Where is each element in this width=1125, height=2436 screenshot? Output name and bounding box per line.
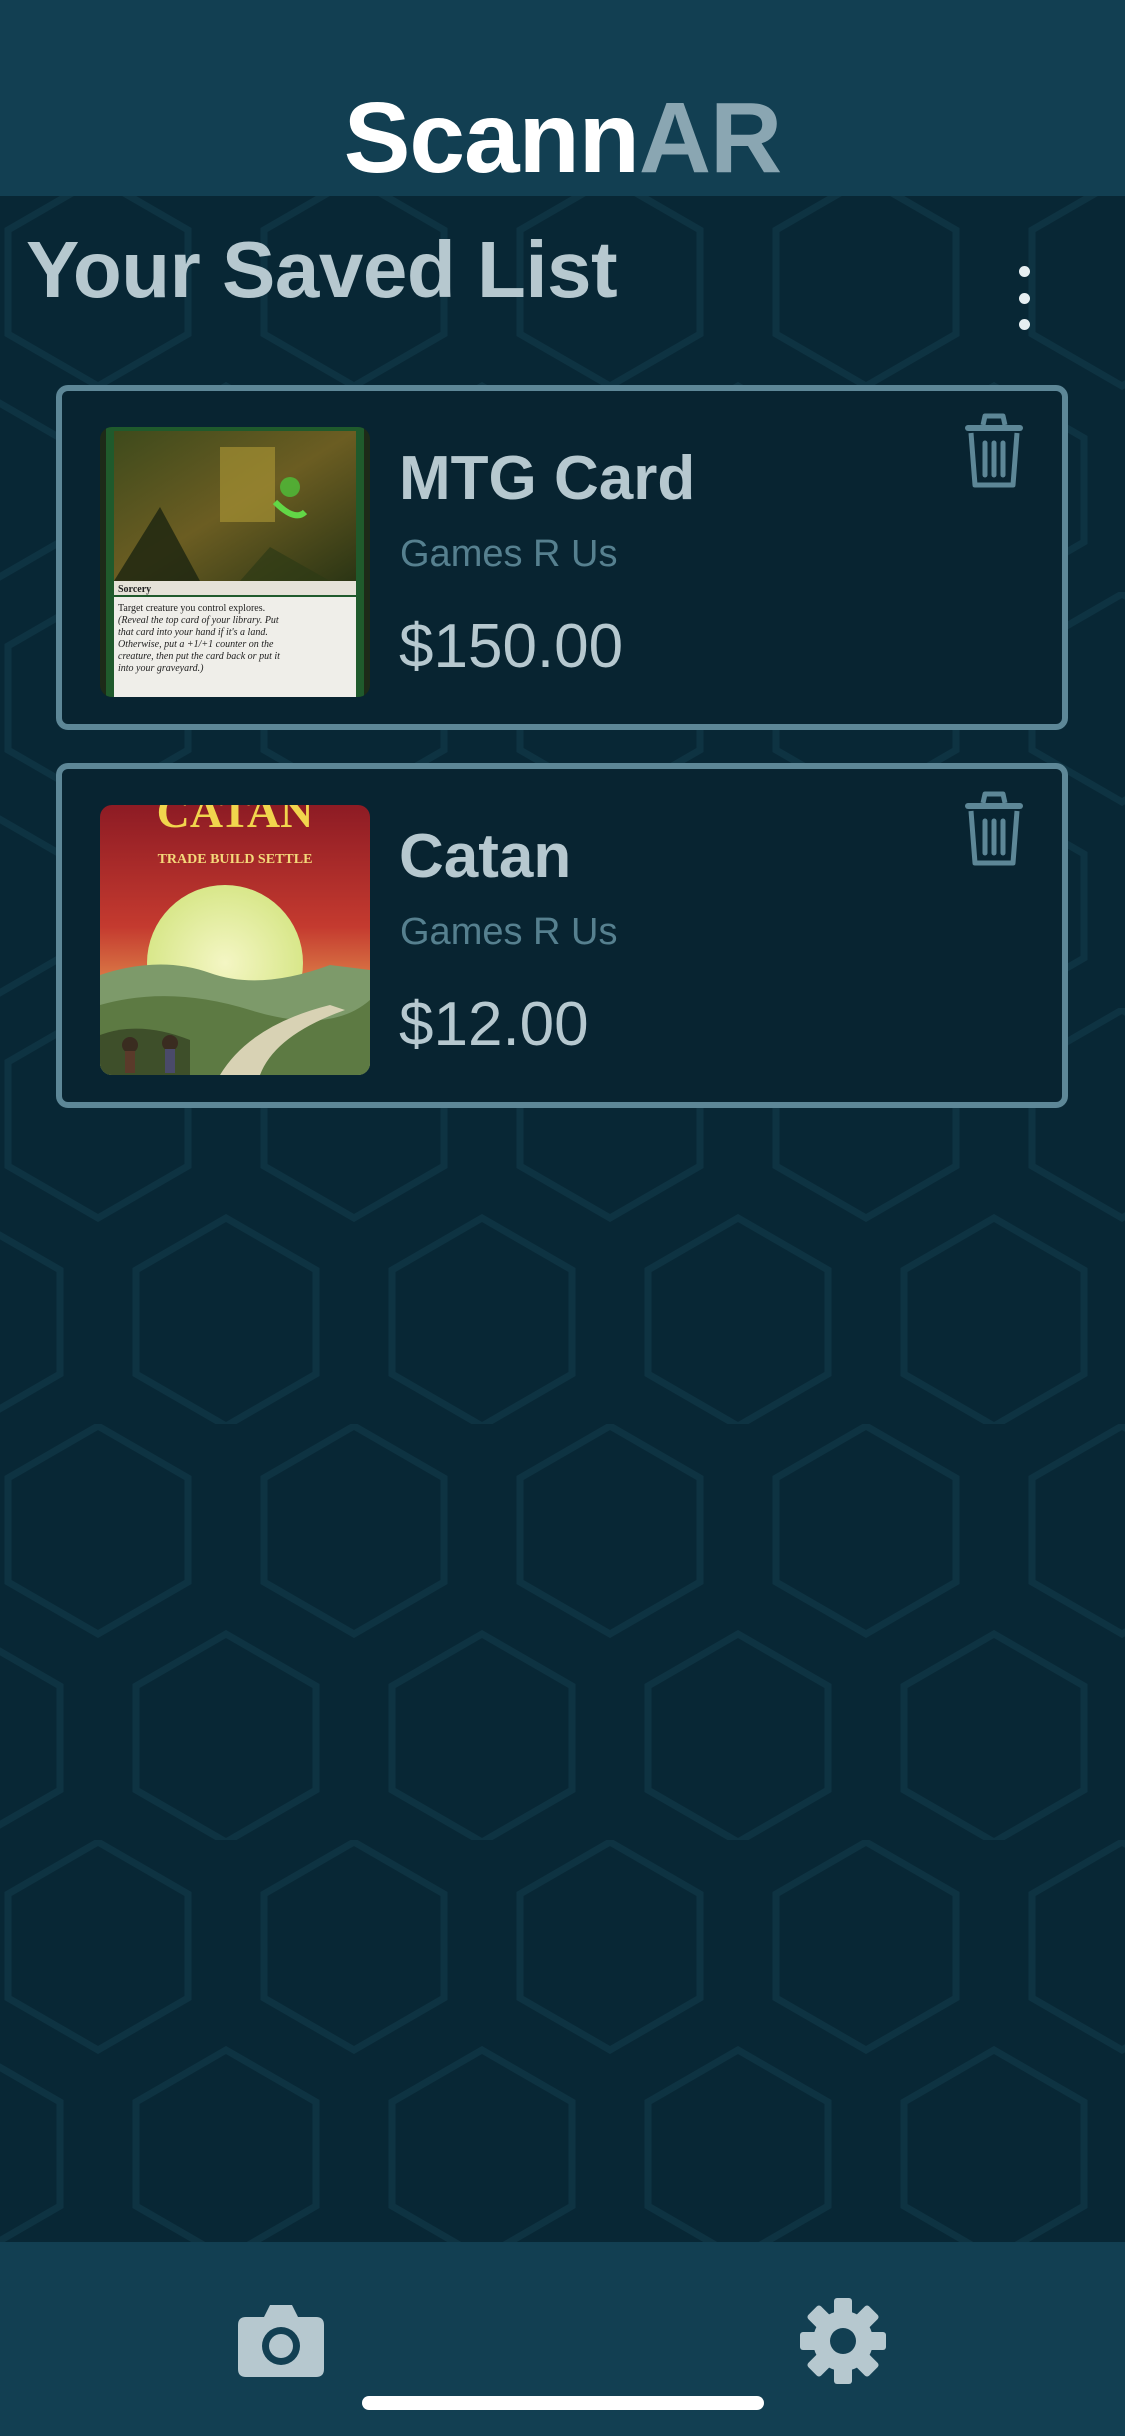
delete-item-button[interactable] [961, 413, 1027, 489]
item-name: MTG Card [399, 444, 696, 513]
logo-text-scann: Scann [343, 82, 640, 194]
catan-thumbnail: CATAN TRADE BUILD SETTLE [100, 805, 370, 1075]
logo-text-ar: AR [638, 82, 782, 194]
catan-brand-text: CATAN [157, 805, 314, 837]
camera-tab-button[interactable] [238, 2303, 324, 2377]
more-vertical-icon-dot [1018, 319, 1030, 330]
item-store: Games R Us [400, 533, 618, 575]
home-indicator[interactable] [362, 2396, 764, 2410]
mtg-rules-text: (Reveal the top card of your library. Pu… [118, 615, 279, 626]
mtg-rules-text: Otherwise, put a +1/+1 counter on the [118, 639, 274, 650]
settings-tab-button[interactable] [800, 2298, 886, 2384]
trash-icon [965, 791, 1023, 866]
more-vertical-icon-dot [1018, 266, 1030, 277]
more-options-button[interactable] [1000, 258, 1048, 338]
mtg-type-line: Sorcery [118, 584, 151, 595]
mtg-rules-text: Target creature you control explores. [118, 603, 265, 614]
item-store: Games R Us [400, 911, 618, 953]
catan-tagline-text: TRADE BUILD SETTLE [158, 852, 313, 867]
more-vertical-icon-dot [1018, 292, 1030, 304]
page-title: Your Saved List [26, 225, 618, 314]
mtg-card-thumbnail: Sorcery Target creature you control expl… [100, 427, 370, 697]
delete-item-button[interactable] [961, 791, 1027, 867]
mtg-rules-text: creature, then put the card back or put … [118, 651, 280, 662]
item-name: Catan [399, 822, 572, 891]
mtg-rules-text: that card into your hand if it's a land. [118, 627, 268, 638]
camera-icon [238, 2305, 324, 2377]
trash-icon [965, 413, 1023, 488]
bottom-tab-bar [0, 2242, 1125, 2436]
app-screen: ScannAR Your Saved List Sorcery Target c… [0, 0, 1125, 2436]
item-price: $12.00 [399, 990, 589, 1059]
catan-box-photo: CATAN TRADE BUILD SETTLE [100, 805, 370, 1075]
mtg-rules-text: into your graveyard.) [118, 663, 204, 674]
mtg-card-photo: Sorcery Target creature you control expl… [100, 427, 370, 697]
saved-items-list: Sorcery Target creature you control expl… [56, 385, 1068, 1141]
saved-item-card[interactable]: Sorcery Target creature you control expl… [56, 385, 1068, 730]
item-price: $150.00 [399, 612, 624, 681]
app-header: ScannAR [0, 0, 1125, 196]
app-logo: ScannAR [0, 78, 1125, 198]
settings-gear-icon [800, 2298, 886, 2384]
saved-item-card[interactable]: CATAN TRADE BUILD SETTLE Catan Games R U… [56, 763, 1068, 1108]
